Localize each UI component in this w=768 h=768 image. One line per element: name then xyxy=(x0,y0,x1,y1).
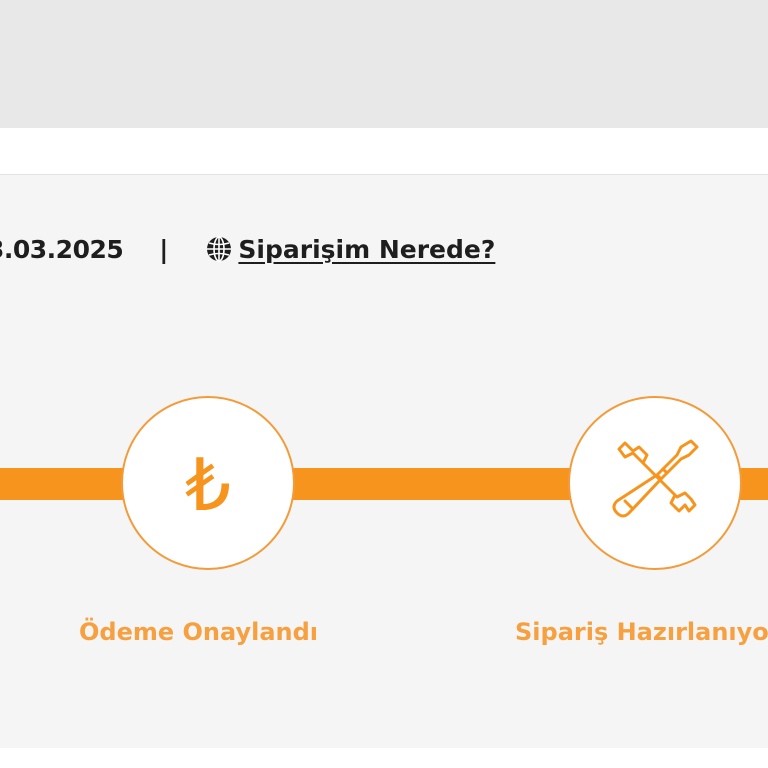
order-info-row: 3.03.2025 | Siparişim Nerede? xyxy=(0,231,495,267)
step-order-preparing-label: Sipariş Hazırlanıyo xyxy=(515,618,768,646)
order-date: 3.03.2025 xyxy=(0,234,124,264)
where-is-my-order-label: Siparişim Nerede? xyxy=(238,234,496,264)
step-order-preparing-circle xyxy=(568,396,742,570)
lira-icon: ₺ xyxy=(185,443,231,527)
browser-top-band xyxy=(0,0,768,128)
where-is-my-order-link[interactable]: Siparişim Nerede? xyxy=(204,234,495,264)
separator: | xyxy=(159,234,169,264)
step-payment-approved-circle: ₺ xyxy=(121,396,295,570)
tools-icon xyxy=(605,431,705,535)
header-band xyxy=(0,128,768,175)
step-payment-approved-label: Ödeme Onaylandı xyxy=(79,618,319,646)
globe-icon xyxy=(204,234,234,264)
